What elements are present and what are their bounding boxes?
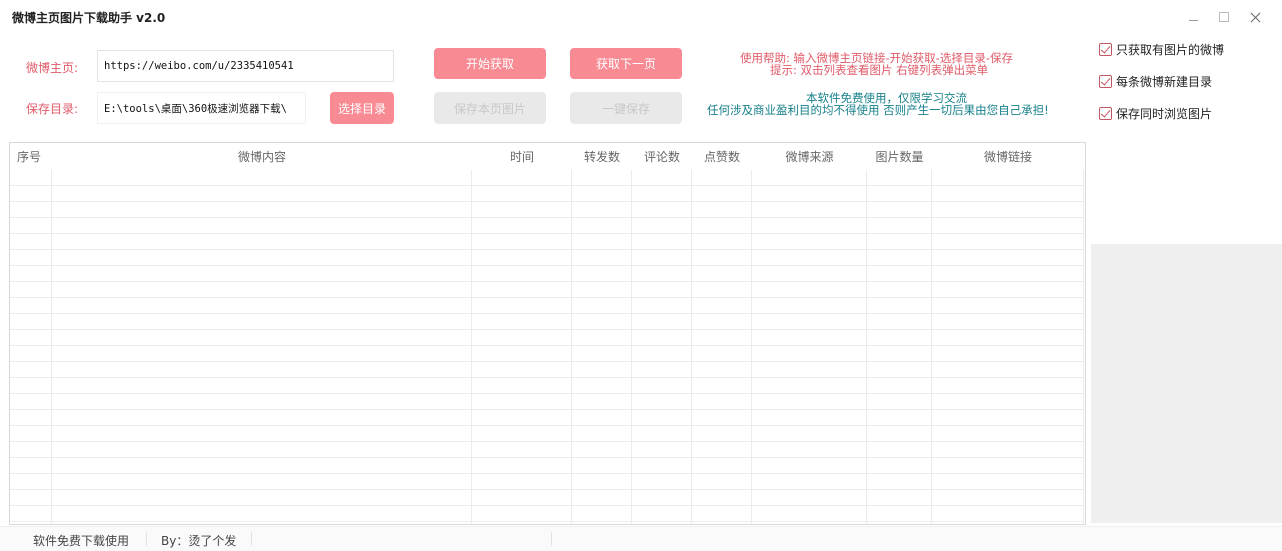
checkbox-checked-icon[interactable] [1099, 43, 1112, 56]
homepage-label: 微博主页: [26, 61, 79, 75]
image-preview-panel [1091, 244, 1282, 523]
checkbox-checked-icon[interactable] [1099, 75, 1112, 88]
close-button[interactable] [1243, 6, 1269, 28]
option-browse-while-saving[interactable]: 保存同时浏览图片 [1099, 105, 1212, 122]
column-header-source[interactable]: 微博来源 [752, 143, 867, 170]
column-divider [931, 170, 932, 524]
column-header-index[interactable]: 序号 [10, 143, 52, 170]
status-author-text: By：烫了个发 [161, 534, 237, 548]
homepage-input[interactable]: https://weibo.com/u/2335410541 [97, 50, 394, 82]
column-divider [751, 170, 752, 524]
choose-dir-button[interactable]: 选择目录 [330, 92, 394, 124]
app-window: 微博主页图片下载助手 v2.0 微博主页: https://weibo.com/… [0, 0, 1282, 551]
commercial-notice-text: 任何涉及商业盈利目的均不得使用 否则产生一切后果由您自己承担! [707, 103, 1049, 117]
start-button[interactable]: 开始获取 [434, 48, 546, 79]
column-header-content[interactable]: 微博内容 [52, 143, 472, 170]
weibo-list-table[interactable]: 序号 微博内容 时间 转发数 评论数 点赞数 微博来源 图片数量 微博链接 [9, 142, 1086, 525]
column-divider [691, 170, 692, 524]
column-divider [631, 170, 632, 524]
title-bar: 微博主页图片下载助手 v2.0 [0, 0, 1282, 34]
minimize-icon [1188, 19, 1198, 21]
minimize-button[interactable] [1180, 6, 1206, 28]
column-header-link[interactable]: 微博链接 [932, 143, 1084, 170]
checkbox-checked-icon[interactable] [1099, 107, 1112, 120]
status-divider [551, 532, 552, 546]
status-bar: 软件免费下载使用 By：烫了个发 [0, 526, 1282, 551]
status-divider [146, 532, 147, 546]
window-title: 微博主页图片下载助手 v2.0 [12, 11, 166, 25]
table-body[interactable] [10, 170, 1083, 524]
option-label: 每条微博新建目录 [1116, 75, 1213, 89]
option-only-with-images[interactable]: 只获取有图片的微博 [1099, 41, 1224, 58]
column-header-time[interactable]: 时间 [472, 143, 572, 170]
savedir-input[interactable]: E:\tools\桌面\360极速浏览器下载\ [97, 92, 306, 124]
save-page-button[interactable]: 保存本页图片 [434, 92, 546, 124]
option-label: 只获取有图片的微博 [1116, 43, 1225, 57]
column-header-comments[interactable]: 评论数 [632, 143, 692, 170]
savedir-label: 保存目录: [26, 102, 79, 116]
save-all-button[interactable]: 一键保存 [570, 92, 682, 124]
column-header-reposts[interactable]: 转发数 [572, 143, 632, 170]
help-tip-text: 提示: 双击列表查看图片 右键列表弹出菜单 [770, 63, 989, 77]
column-header-likes[interactable]: 点赞数 [692, 143, 752, 170]
column-divider [1083, 170, 1084, 524]
option-new-folder-per-post[interactable]: 每条微博新建目录 [1099, 73, 1212, 90]
column-divider [51, 170, 52, 524]
close-icon [1250, 11, 1262, 23]
next-page-button[interactable]: 获取下一页 [570, 48, 682, 79]
option-label: 保存同时浏览图片 [1116, 107, 1213, 121]
status-divider [251, 532, 252, 546]
column-divider [471, 170, 472, 524]
column-header-image-count[interactable]: 图片数量 [867, 143, 932, 170]
maximize-button[interactable] [1211, 6, 1237, 28]
column-divider [866, 170, 867, 524]
status-free-text: 软件免费下载使用 [33, 534, 130, 548]
table-header: 序号 微博内容 时间 转发数 评论数 点赞数 微博来源 图片数量 微博链接 [10, 143, 1085, 170]
column-divider [571, 170, 572, 524]
maximize-icon [1219, 12, 1229, 22]
